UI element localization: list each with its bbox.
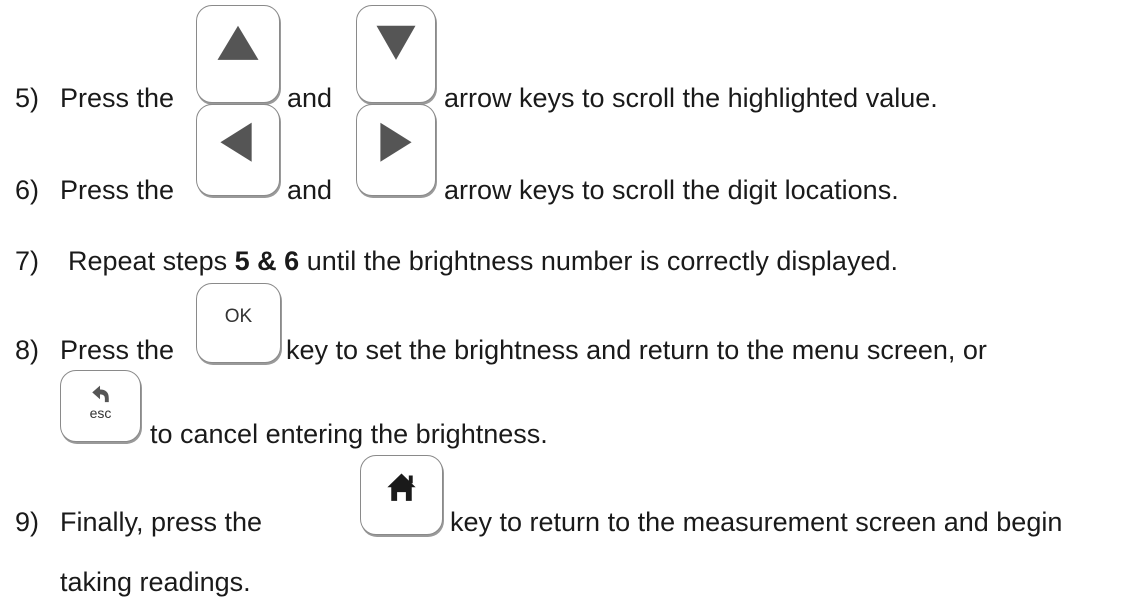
step-number: 9) [15, 507, 40, 537]
right-arrow-key[interactable] [356, 104, 436, 196]
step-text: Press the [60, 335, 175, 365]
step-text: Press the [60, 175, 175, 205]
step-number: 6) [15, 175, 40, 205]
step-text: arrow keys to scroll the digit locations… [444, 175, 899, 205]
up-arrow-key[interactable] [196, 5, 280, 103]
ok-key-label: OK [224, 306, 253, 327]
step-text-part: until the brightness number is correctly… [306, 246, 898, 276]
esc-key[interactable]: esc [60, 370, 141, 442]
step-text: arrow keys to scroll the highlighted val… [444, 83, 938, 113]
left-arrow-key[interactable] [196, 104, 280, 196]
home-key[interactable] [360, 455, 443, 535]
step-text: and [287, 83, 333, 113]
step-text: to cancel entering the brightness. [150, 419, 548, 449]
step-bold-text: 5 & 6 [234, 246, 300, 276]
step-text: taking readings. [60, 567, 251, 597]
step-text: and [287, 175, 333, 205]
step-text: Finally, press the [60, 507, 263, 537]
step-number: 7) [15, 246, 40, 276]
step-text: Repeat steps 5 & 6 until the brightness … [68, 245, 898, 277]
esc-key-label: esc [89, 405, 112, 421]
ok-key[interactable]: OK [196, 283, 281, 363]
step-text: Press the [60, 83, 175, 113]
down-arrow-icon [376, 25, 416, 60]
up-arrow-icon [217, 25, 259, 60]
step-text-part: Repeat steps [68, 246, 228, 276]
step-text: key to return to the measurement screen … [450, 507, 1063, 537]
step-number: 8) [15, 335, 40, 365]
home-icon [387, 473, 416, 501]
step-number: 5) [15, 83, 40, 113]
left-arrow-icon [220, 122, 252, 162]
step-text: key to set the brightness and return to … [286, 335, 987, 365]
down-arrow-key[interactable] [356, 5, 436, 103]
right-arrow-icon [380, 122, 412, 162]
